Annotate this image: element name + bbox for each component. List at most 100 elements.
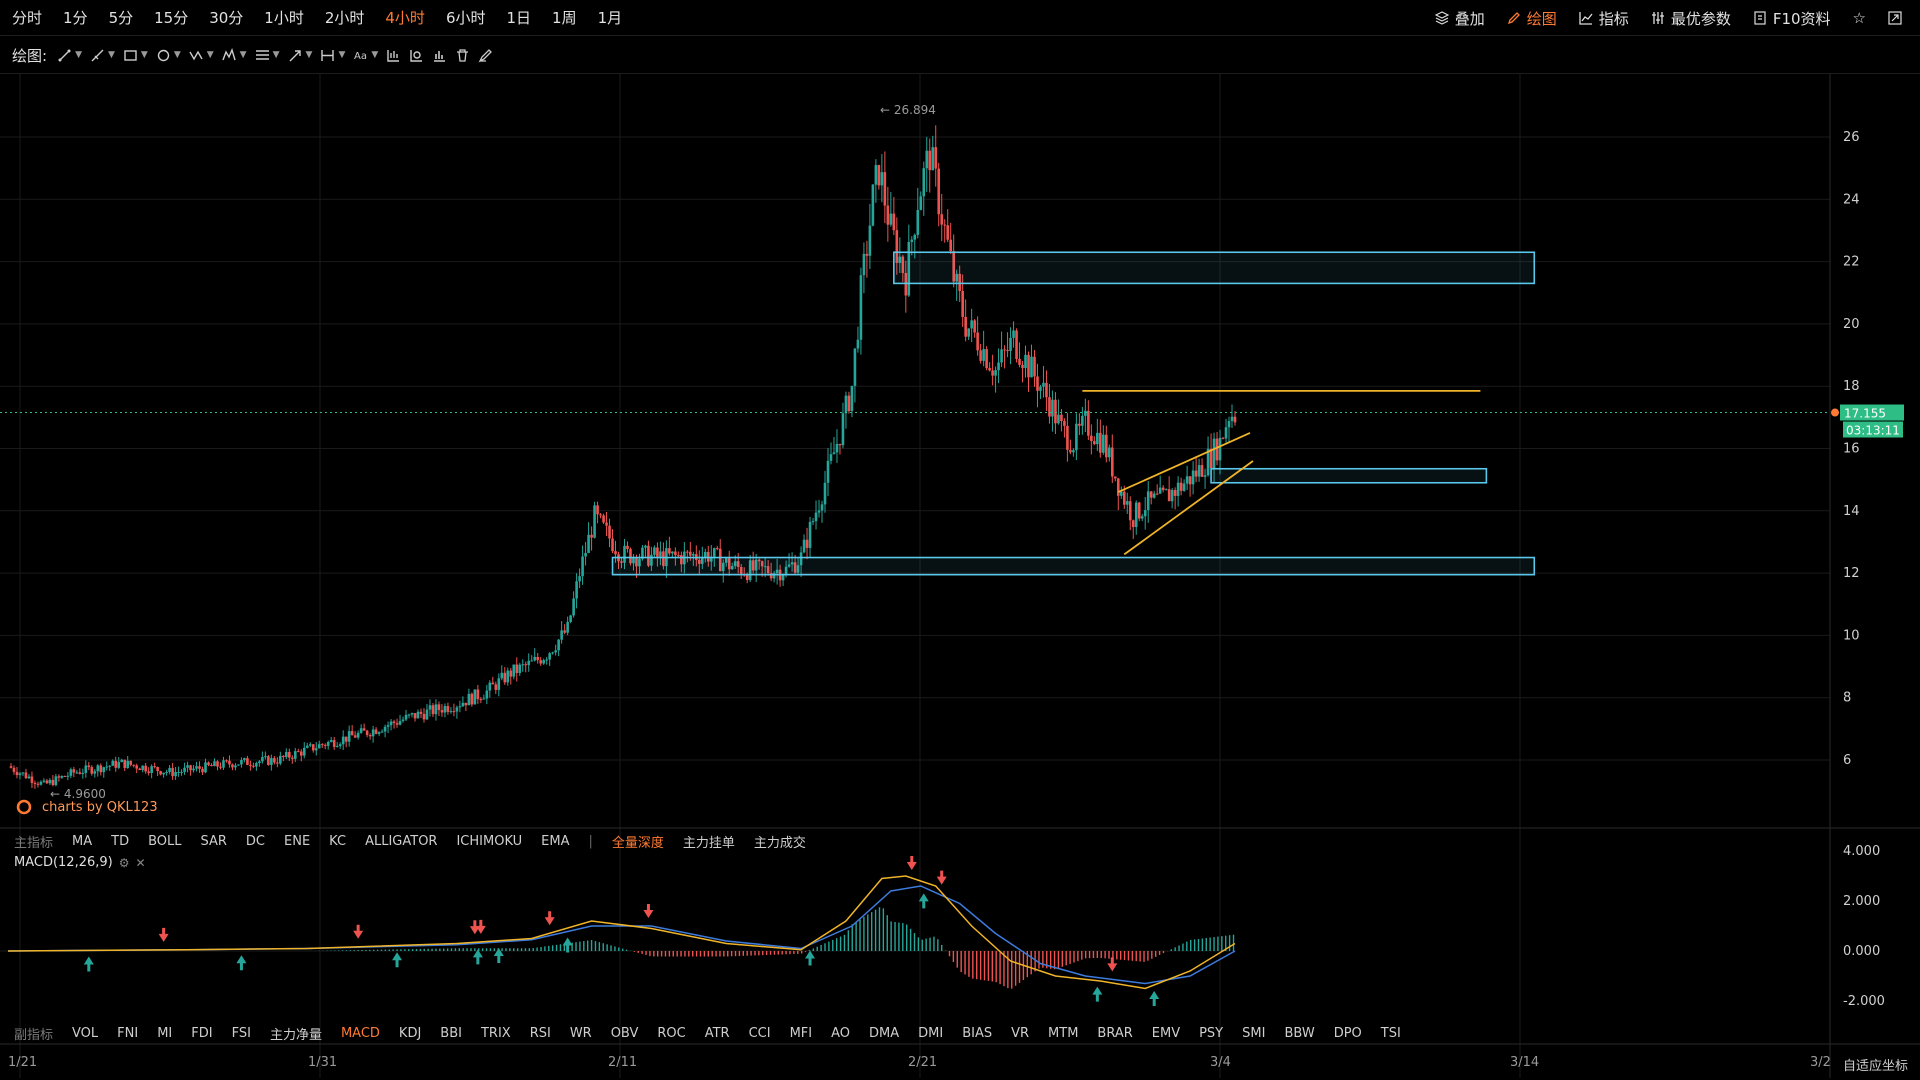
indicator-10[interactable]: EMA [541,834,569,849]
timeframe-3[interactable]: 15分 [154,7,188,28]
indicator-12[interactable]: 全量深度 [612,832,664,851]
favorite-star-icon[interactable]: ☆ [1853,9,1866,27]
indicator-16[interactable]: CCI [749,1026,771,1041]
indicator-6[interactable]: 主力净量 [270,1024,322,1043]
fullscreen-icon[interactable] [1888,11,1908,25]
candle [291,757,294,759]
draw-tool-13[interactable] [455,48,470,63]
timeframe-10[interactable]: 1周 [552,7,577,28]
indicator-14[interactable]: 主力成交 [754,832,806,851]
right-tool-2[interactable]: 指标 [1579,8,1629,29]
chevron-down-icon[interactable]: ▼ [240,50,247,60]
indicator-13[interactable]: OBV [611,1026,639,1041]
indicator-6[interactable]: ENE [284,834,310,849]
indicator-17[interactable]: MFI [790,1026,813,1041]
timeframe-6[interactable]: 2小时 [325,7,365,28]
settings-icon[interactable]: ⚙ [119,856,130,870]
chevron-down-icon[interactable]: ▼ [338,50,345,60]
indicator-2[interactable]: FNI [117,1026,138,1041]
timeframe-4[interactable]: 30分 [209,7,243,28]
price-chart[interactable]: 26 24 22 20 18 16 14 12 10 8 6 1/21 1/31 2/11 2/21 3/4 3… [0,74,1920,1080]
indicator-2[interactable]: TD [111,834,129,849]
candle [210,765,213,767]
right-tool-3[interactable]: 最优参数 [1651,8,1731,29]
chevron-down-icon[interactable]: ▼ [75,50,82,60]
draw-tool-12[interactable] [432,48,447,63]
draw-tool-2[interactable]: ▼ [123,48,148,63]
timeframe-8[interactable]: 6小时 [446,7,486,28]
candle [201,768,204,773]
draw-tool-14[interactable] [478,48,493,63]
chevron-down-icon[interactable]: ▼ [174,50,181,60]
indicator-4[interactable]: SAR [201,834,227,849]
draw-tool-4[interactable]: ▼ [189,48,214,63]
indicator-1[interactable]: MA [72,834,92,849]
right-tool-4[interactable]: F10资料 [1753,8,1831,29]
timeframe-11[interactable]: 1月 [598,7,623,28]
right-tool-0[interactable]: 叠加 [1434,8,1485,29]
indicator-4[interactable]: FDI [191,1026,212,1041]
indicator-8[interactable]: KDJ [399,1026,421,1041]
indicator-28[interactable]: BBW [1284,1026,1314,1041]
indicator-3[interactable]: MI [157,1026,172,1041]
timeframe-5[interactable]: 1小时 [264,7,304,28]
draw-tool-11[interactable] [409,48,424,63]
indicator-18[interactable]: AO [831,1026,850,1041]
indicator-5[interactable]: FSI [232,1026,251,1041]
indicator-25[interactable]: EMV [1152,1026,1180,1041]
indicator-9[interactable]: ICHIMOKU [456,834,522,849]
indicator-5[interactable]: DC [246,834,265,849]
indicator-14[interactable]: ROC [657,1026,685,1041]
candle [285,751,288,758]
indicator-12[interactable]: WR [570,1026,592,1041]
indicator-9[interactable]: BBI [440,1026,462,1041]
indicator-15[interactable]: ATR [705,1026,730,1041]
indicator-8[interactable]: ALLIGATOR [365,834,437,849]
indicator-7[interactable]: MACD [341,1026,380,1041]
right-toolbar: 叠加 绘图 指标 最优参数 F10资料 ☆ [1413,0,1908,36]
chevron-down-icon[interactable]: ▼ [371,50,378,60]
indicator-7[interactable]: KC [329,834,346,849]
indicator-27[interactable]: SMI [1242,1026,1265,1041]
timeframe-2[interactable]: 5分 [109,7,134,28]
indicator-10[interactable]: TRIX [481,1026,511,1041]
draw-tool-9[interactable]: Aa ▼ [353,48,378,63]
indicator-29[interactable]: DPO [1334,1026,1362,1041]
draw-tool-0[interactable]: ▼ [57,48,82,63]
candle [183,767,186,772]
indicator-24[interactable]: BRAR [1097,1026,1132,1041]
draw-tool-10[interactable] [386,48,401,63]
chevron-down-icon[interactable]: ▼ [207,50,214,60]
indicator-23[interactable]: MTM [1048,1026,1078,1041]
indicator-30[interactable]: TSI [1381,1026,1401,1041]
candle [1069,449,1072,453]
chevron-down-icon[interactable]: ▼ [141,50,148,60]
indicator-13[interactable]: 主力挂单 [683,832,735,851]
autoscale-button[interactable]: 自适应坐标 [1843,1055,1908,1074]
chevron-down-icon[interactable]: ▼ [273,50,280,60]
chevron-down-icon[interactable]: ▼ [306,50,313,60]
timeframe-9[interactable]: 1日 [506,7,531,28]
indicator-26[interactable]: PSY [1199,1026,1223,1041]
indicator-20[interactable]: DMI [918,1026,943,1041]
chevron-down-icon[interactable]: ▼ [108,50,115,60]
draw-tool-3[interactable]: ▼ [156,48,181,63]
draw-tool-6[interactable]: ▼ [255,48,280,63]
indicator-1[interactable]: VOL [72,1026,98,1041]
indicator-3[interactable]: BOLL [148,834,181,849]
timeframe-7[interactable]: 4小时 [385,7,425,28]
timeframe-0[interactable]: 分时 [12,7,42,28]
draw-tool-1[interactable]: ▼ [90,48,115,63]
draw-tool-7[interactable]: ▼ [288,48,313,63]
support-resistance-zone [893,251,1536,285]
indicator-21[interactable]: BIAS [962,1026,992,1041]
draw-tool-8[interactable]: ▼ [320,48,345,63]
indicator-11[interactable]: RSI [530,1026,551,1041]
indicator-22[interactable]: VR [1011,1026,1029,1041]
candle [976,332,979,351]
timeframe-1[interactable]: 1分 [63,7,88,28]
right-tool-1[interactable]: 绘图 [1507,8,1557,29]
indicator-19[interactable]: DMA [869,1026,899,1041]
close-icon[interactable]: ✕ [136,856,146,870]
draw-tool-5[interactable]: ▼ [222,47,247,63]
